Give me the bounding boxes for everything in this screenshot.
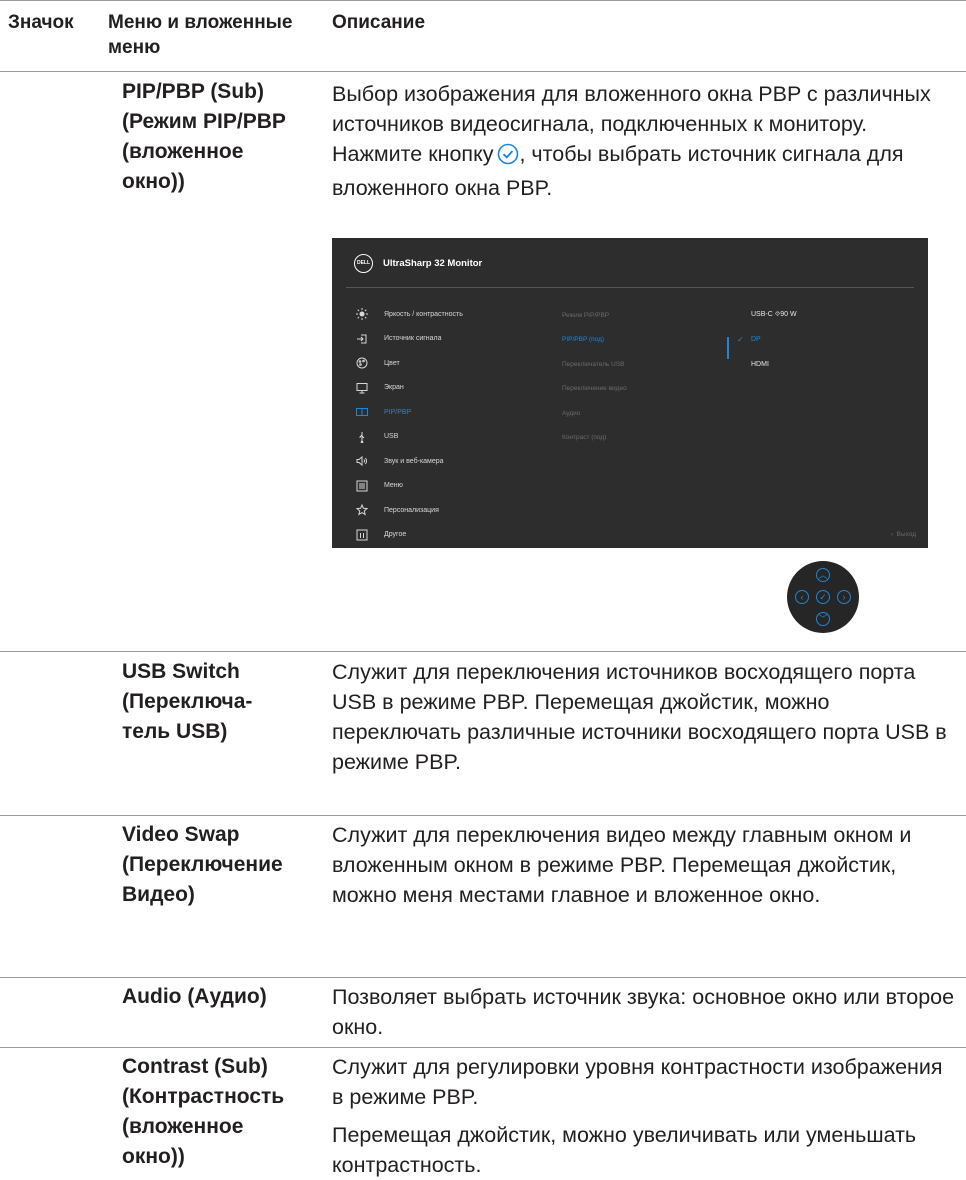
- osd-item-label: Персонализация: [384, 506, 439, 514]
- speaker-icon: [356, 455, 368, 467]
- osd-item-label: Экран: [384, 384, 404, 392]
- desc-cell-usb-switch: Служит для переключения источников восхо…: [332, 660, 947, 774]
- osd-item-personalize[interactable]: Персонализация: [356, 498, 463, 523]
- osd-item-pip-pbp[interactable]: PIP/PBP: [356, 400, 463, 425]
- header-description-column: Описание: [332, 12, 426, 33]
- osd-item-label: USB: [384, 433, 399, 441]
- osd-item-audio-webcam[interactable]: Звук и веб-камера: [356, 449, 463, 474]
- desc-paragraph: Служит для регулировки уровня контрастно…: [332, 1055, 943, 1109]
- info-icon: [356, 529, 368, 541]
- menu-cell-contrast-sub: Contrast (Sub) (Контрастность (вложенное…: [122, 1055, 285, 1168]
- joystick-check-icon: ✓: [816, 590, 830, 604]
- row-rule: [0, 651, 966, 652]
- menu-icon: [356, 480, 368, 492]
- header-icon-column: Значок: [8, 12, 74, 33]
- star-icon: [356, 504, 368, 516]
- osd-item-label: Меню: [384, 482, 403, 490]
- osd-item-usb[interactable]: USB: [356, 425, 463, 450]
- osd-item-color[interactable]: Цвет: [356, 351, 463, 376]
- joystick-down-icon: ﹀: [816, 612, 830, 626]
- osd-item-brightness[interactable]: Яркость / контрастность: [356, 302, 463, 327]
- osd-title: UltraSharp 32 Monitor: [383, 257, 483, 269]
- check-icon: ✓: [737, 335, 744, 345]
- row-rule: [0, 1047, 966, 1048]
- row-rule: [0, 977, 966, 978]
- osd-sub-audio[interactable]: Аудио: [562, 401, 627, 426]
- sun-icon: [356, 308, 368, 321]
- osd-option-label: DP: [751, 336, 761, 344]
- osd-option-dp[interactable]: ✓ DP: [737, 328, 797, 353]
- osd-item-label: Другое: [384, 531, 407, 539]
- osd-option-hdmi[interactable]: HDMI: [737, 352, 797, 377]
- desc-paragraph: Перемещая джойстик, можно увеличивать ил…: [332, 1123, 917, 1177]
- chevron-left-icon: ‹: [890, 531, 893, 538]
- osd-item-label: Яркость / контрастность: [384, 310, 463, 318]
- header-menu-column: Меню и вложенные меню: [108, 12, 293, 58]
- osd-option-label: HDMI: [751, 360, 769, 368]
- palette-icon: [356, 357, 368, 369]
- osd-sub-contrast[interactable]: Контраст (под): [562, 426, 627, 451]
- osd-item-menu[interactable]: Меню: [356, 474, 463, 499]
- joystick-diagram: ︿ ‹ ✓ › ﹀: [787, 561, 859, 633]
- osd-exit[interactable]: ‹ Выход: [891, 531, 916, 538]
- osd-sub-pip-mode[interactable]: Режим PIP/PBP: [562, 303, 627, 328]
- osd-item-other[interactable]: Другое: [356, 523, 463, 548]
- osd-sub-video-swap[interactable]: Переключение видео: [562, 377, 627, 402]
- joystick-left-icon: ‹: [795, 590, 809, 604]
- osd-divider: [346, 287, 914, 288]
- osd-item-input-source[interactable]: Источник сигнала: [356, 327, 463, 352]
- usb-icon: [356, 431, 368, 443]
- input-source-icon: [356, 333, 368, 345]
- osd-header: DELL UltraSharp 32 Monitor: [354, 252, 482, 274]
- osd-submenu: Режим PIP/PBP PIP/PBP (под) Переключател…: [562, 303, 627, 450]
- osd-options: USB-C ⯑90 W ✓ DP HDMI: [737, 303, 797, 377]
- osd-sub-pip-sub[interactable]: PIP/PBP (под): [562, 328, 627, 353]
- dell-logo: DELL: [354, 253, 373, 273]
- pip-icon: [356, 406, 368, 418]
- row-rule: [0, 815, 966, 816]
- osd-exit-label: Выход: [896, 531, 916, 538]
- osd-main-menu: Яркость / контрастность Источник сигнала…: [356, 302, 463, 547]
- osd-option-label: USB-C ⯑90 W: [751, 311, 797, 319]
- osd-item-display[interactable]: Экран: [356, 376, 463, 401]
- menu-cell-video-swap: Video Swap (Переключение Видео): [122, 823, 283, 906]
- joystick-right-icon: ›: [837, 590, 851, 604]
- table-top-rule: [0, 0, 966, 1]
- desc-cell-video-swap: Служит для переключения видео между глав…: [332, 823, 912, 907]
- desc-cell-pip-pbp-sub: Выбор изображения для вложенного окна PB…: [332, 79, 958, 203]
- desc-cell-audio: Позволяет выбрать источник звука: основн…: [332, 985, 955, 1039]
- osd-sub-usb-switch[interactable]: Переключатель USB: [562, 352, 627, 377]
- menu-cell-pip-pbp-sub: PIP/PBP (Sub) (Режим PIP/PBP (вложенное …: [122, 80, 286, 193]
- osd-option-usbc[interactable]: USB-C ⯑90 W: [737, 303, 797, 328]
- osd-menu-screenshot: DELL UltraSharp 32 Monitor Яркость / кон…: [332, 238, 928, 548]
- header-bottom-rule: [0, 71, 966, 72]
- osd-selection-bar: [727, 337, 729, 359]
- osd-item-label: Цвет: [384, 359, 400, 367]
- menu-cell-audio: Audio (Аудио): [122, 985, 267, 1008]
- display-icon: [356, 382, 368, 394]
- osd-item-label: Звук и веб-камера: [384, 457, 444, 465]
- desc-cell-contrast-sub: Служит для регулировки уровня контрастно…: [332, 1052, 958, 1180]
- osd-item-label: PIP/PBP: [384, 408, 412, 416]
- joystick-up-icon: ︿: [816, 568, 830, 582]
- osd-item-label: Источник сигнала: [384, 335, 442, 343]
- check-circle-icon: [497, 143, 519, 173]
- menu-cell-usb-switch: USB Switch (Переключа-тель USB): [122, 660, 253, 743]
